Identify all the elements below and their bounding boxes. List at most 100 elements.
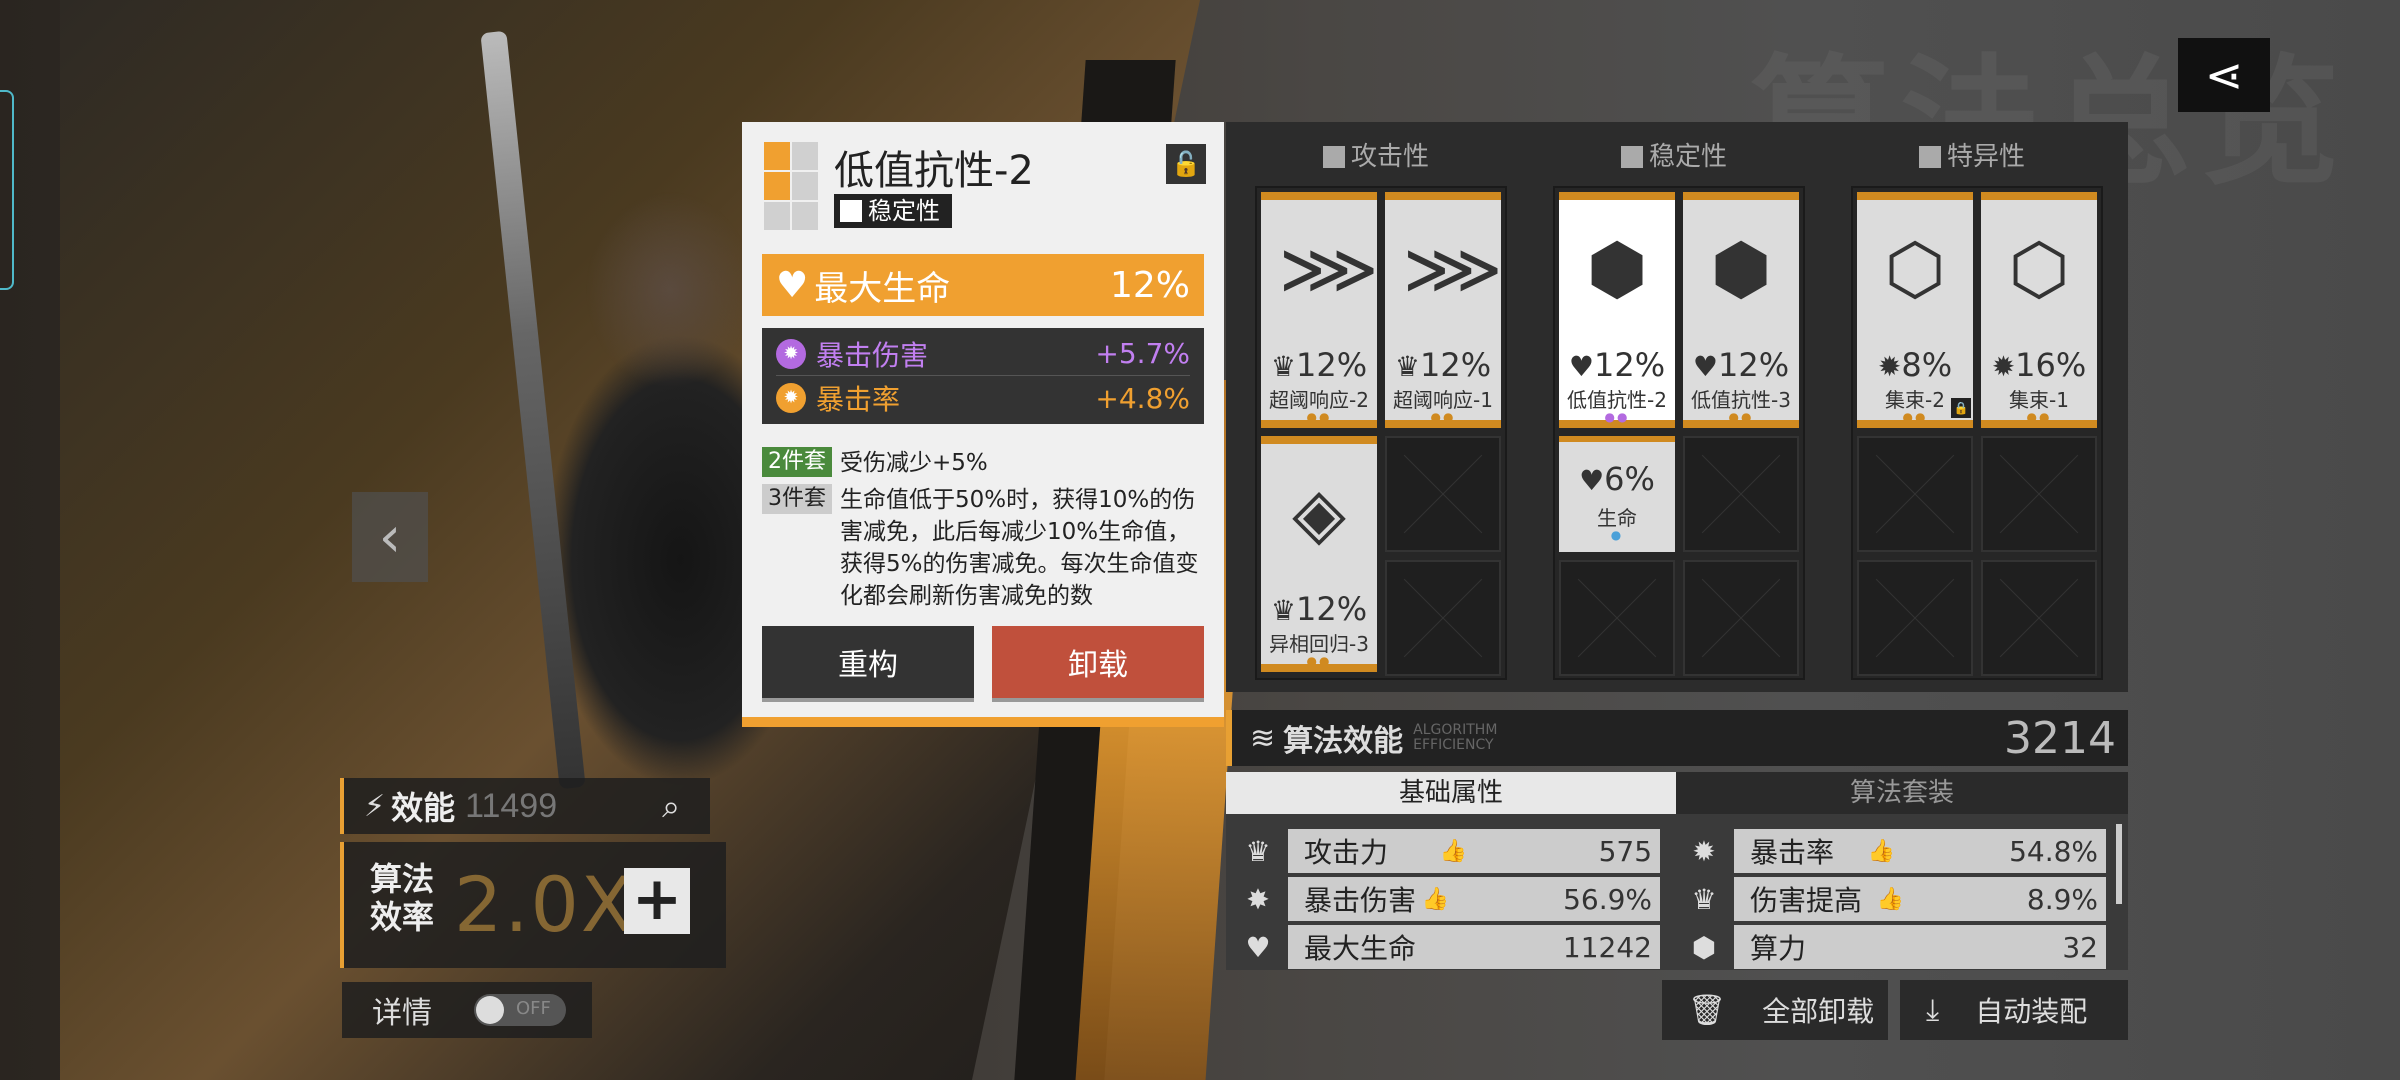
empty-slot bbox=[1683, 560, 1799, 676]
slot-dots: ● bbox=[1610, 528, 1624, 542]
efficiency-value: 11499 bbox=[465, 786, 558, 825]
lock-icon: 🔒 bbox=[1951, 398, 1971, 418]
details-label: 详情 bbox=[372, 996, 432, 1031]
add-rate-button[interactable]: + bbox=[624, 868, 690, 934]
attributes-panel: 基础属性 算法套装 ♛ 攻击力 👍 575 ✹ 暴击率 👍 54.8% ✸ 暴击伤害 👍 5… bbox=[1226, 772, 2128, 970]
hexagon-emblem-icon: ⬢ bbox=[1710, 228, 1772, 310]
slot-attack-1[interactable]: ⋙ ♛12% 超阈响应-2 ●● bbox=[1261, 192, 1379, 428]
left-edge-tab[interactable] bbox=[0, 90, 14, 290]
slot-special-2[interactable]: ⬡ ✹16% 集束-1 ●● bbox=[1981, 192, 2097, 428]
toggle-knob bbox=[476, 996, 504, 1024]
crit-damage-icon: ✸ bbox=[1246, 882, 1270, 916]
stability-column: ⬢ ♥12% 低值抗性-2 ●● ⬢ ♥12% 低值抗性-3 ●● ♥6% 生命… bbox=[1553, 186, 1805, 680]
unequip-button[interactable]: 卸载 bbox=[992, 626, 1204, 702]
column-header-special: 特异性 bbox=[1872, 136, 2072, 173]
column-header-stability: 稳定性 bbox=[1574, 136, 1774, 173]
attr-row: ♛ 伤害提高 👍 8.9% bbox=[1686, 876, 2106, 922]
sub-stat-row: ✹ 暴击伤害 +5.7% bbox=[776, 332, 1190, 376]
share-icon: ⋖ bbox=[2204, 48, 2244, 102]
slot-name: 集束-1 bbox=[2009, 388, 2069, 412]
main-stat-name: 最大生命 bbox=[814, 268, 951, 309]
slot-name: 超阈响应-2 bbox=[1269, 388, 1369, 412]
slot-value: ✹16% bbox=[1991, 346, 2087, 384]
attr-row: ♥ 最大生命 11242 bbox=[1240, 924, 1660, 970]
slot-dots: ●● bbox=[1430, 410, 1456, 424]
toggle-state: OFF bbox=[516, 998, 551, 1019]
slot-name: 异相回归-3 bbox=[1269, 632, 1369, 656]
hexagon-triad-icon: ⬡ bbox=[2008, 228, 2070, 310]
slot-dots: ●● bbox=[2026, 410, 2052, 424]
slot-value: ♥6% bbox=[1579, 460, 1655, 498]
stability-icon bbox=[840, 200, 862, 222]
efficiency-label: 效能 bbox=[391, 789, 456, 827]
details-toggle[interactable]: OFF bbox=[474, 994, 566, 1026]
empty-slot bbox=[1683, 436, 1799, 552]
set-bonus-3: 3件套 生命值低于50%时，获得10%的伤害减免，此后每减少10%生命值，获得5… bbox=[762, 484, 1200, 612]
thumb-up-icon: 👍 bbox=[1876, 886, 1905, 912]
card-type-label: 稳定性 bbox=[868, 197, 940, 225]
slot-name: 超阈响应-1 bbox=[1393, 388, 1493, 412]
share-button[interactable]: ⋖ bbox=[2178, 38, 2270, 112]
auto-equip-button[interactable]: ⤓ 自动装配 bbox=[1900, 980, 2128, 1040]
slot-stability-1[interactable]: ⬢ ♥12% 低值抗性-2 ●● bbox=[1559, 192, 1675, 428]
attack-icon: ♛ bbox=[1245, 834, 1271, 868]
slot-dots: ●● bbox=[1306, 654, 1332, 668]
set-tag-2: 2件套 bbox=[762, 447, 832, 477]
lightning-icon: ⚡ bbox=[364, 788, 386, 824]
hexagon-triad-icon: ⬡ bbox=[1884, 228, 1946, 310]
auto-equip-label: 自动装配 bbox=[1975, 995, 2088, 1028]
prev-character-button[interactable]: ‹ bbox=[352, 492, 428, 582]
sub-stat-value: +5.7% bbox=[1095, 337, 1190, 370]
empty-slot bbox=[1385, 560, 1501, 676]
main-stat: ♥ 最大生命 12% bbox=[762, 254, 1204, 316]
damage-boost-icon: ♛ bbox=[1691, 882, 1717, 916]
set-bonus-2: 2件套 受伤减少+5% bbox=[762, 447, 1200, 479]
crit-rate-icon: ✹ bbox=[776, 383, 806, 413]
trash-icon: 🗑 bbox=[1688, 992, 1727, 1028]
shape-grid-icon bbox=[764, 142, 818, 234]
heart-icon: ♥ bbox=[1245, 930, 1271, 964]
card-type-badge: 稳定性 bbox=[834, 194, 952, 228]
slot-dots: ●● bbox=[1604, 410, 1630, 424]
algorithm-efficiency-en: ALGORITHM EFFICIENCY bbox=[1413, 722, 1498, 753]
set-text-3: 生命值低于50%时，获得10%的伤害减免，此后每减少10%生命值，获得5%的伤害… bbox=[840, 487, 1199, 609]
algorithm-rate-box: 算法效率 2.0X + bbox=[340, 842, 726, 968]
algorithm-grid-panel: 攻击性 稳定性 特异性 ⋙ ♛12% 超阈响应-2 ●● ⋙ ♛12% 超阈响应… bbox=[1226, 122, 2128, 692]
slot-value: ♛12% bbox=[1270, 590, 1368, 628]
special-column: ⬡ ✹8% 集束-2 ●● 🔒 ⬡ ✹16% 集束-1 ●● bbox=[1851, 186, 2103, 680]
slot-attack-3[interactable]: ◈ ♛12% 异相回归-3 ●● bbox=[1261, 436, 1377, 672]
algorithm-efficiency-value: 3214 bbox=[2004, 712, 2116, 764]
attr-row: ⬢ 算力 32 bbox=[1686, 924, 2106, 970]
search-icon[interactable]: ⌕ bbox=[662, 787, 680, 826]
unequip-all-button[interactable]: 🗑 全部卸载 bbox=[1662, 980, 1888, 1040]
tab-basic-attributes[interactable]: 基础属性 bbox=[1226, 772, 1676, 814]
slot-stability-2[interactable]: ⬢ ♥12% 低值抗性-3 ●● bbox=[1683, 192, 1799, 428]
slot-stability-3[interactable]: ♥6% 生命 ● bbox=[1559, 436, 1675, 552]
chevron-emblem-icon: ⋙ bbox=[1403, 228, 1503, 310]
algorithm-rate-value: 2.0X bbox=[454, 860, 635, 949]
slot-dots: ●● bbox=[1728, 410, 1754, 424]
slot-value: ✹8% bbox=[1877, 346, 1953, 384]
slot-value: ♛12% bbox=[1270, 346, 1368, 384]
attributes-scrollbar[interactable] bbox=[2116, 824, 2122, 904]
tab-algorithm-sets[interactable]: 算法套装 bbox=[1676, 772, 2128, 814]
card-title: 低值抗性-2 bbox=[834, 148, 1034, 194]
unlock-icon[interactable]: 🔓 bbox=[1166, 144, 1206, 184]
slot-dots: ●● bbox=[1306, 410, 1332, 424]
sub-stat-name: 暴击率 bbox=[816, 383, 901, 416]
unequip-all-label: 全部卸载 bbox=[1762, 995, 1875, 1028]
attr-row: ✸ 暴击伤害 👍 56.9% bbox=[1240, 876, 1660, 922]
chevron-emblem-icon: ⋙ bbox=[1279, 228, 1379, 310]
slot-value: ♥12% bbox=[1692, 346, 1790, 384]
thumb-up-icon: 👍 bbox=[1439, 838, 1467, 864]
slot-value: ♛12% bbox=[1394, 346, 1492, 384]
algorithm-efficiency-bar: ≋ 算法效能 ALGORITHM EFFICIENCY 3214 bbox=[1226, 710, 2128, 766]
slot-attack-2[interactable]: ⋙ ♛12% 超阈响应-1 ●● bbox=[1385, 192, 1503, 428]
diamond-plus-icon: ◈ bbox=[1292, 472, 1346, 554]
set-tag-3: 3件套 bbox=[762, 484, 832, 514]
slot-special-1[interactable]: ⬡ ✹8% 集束-2 ●● 🔒 bbox=[1857, 192, 1973, 428]
download-icon: ⤓ bbox=[1926, 992, 1940, 1028]
slot-name: 低值抗性-3 bbox=[1691, 388, 1791, 412]
empty-slot bbox=[1385, 436, 1501, 552]
rebuild-button[interactable]: 重构 bbox=[762, 626, 974, 702]
